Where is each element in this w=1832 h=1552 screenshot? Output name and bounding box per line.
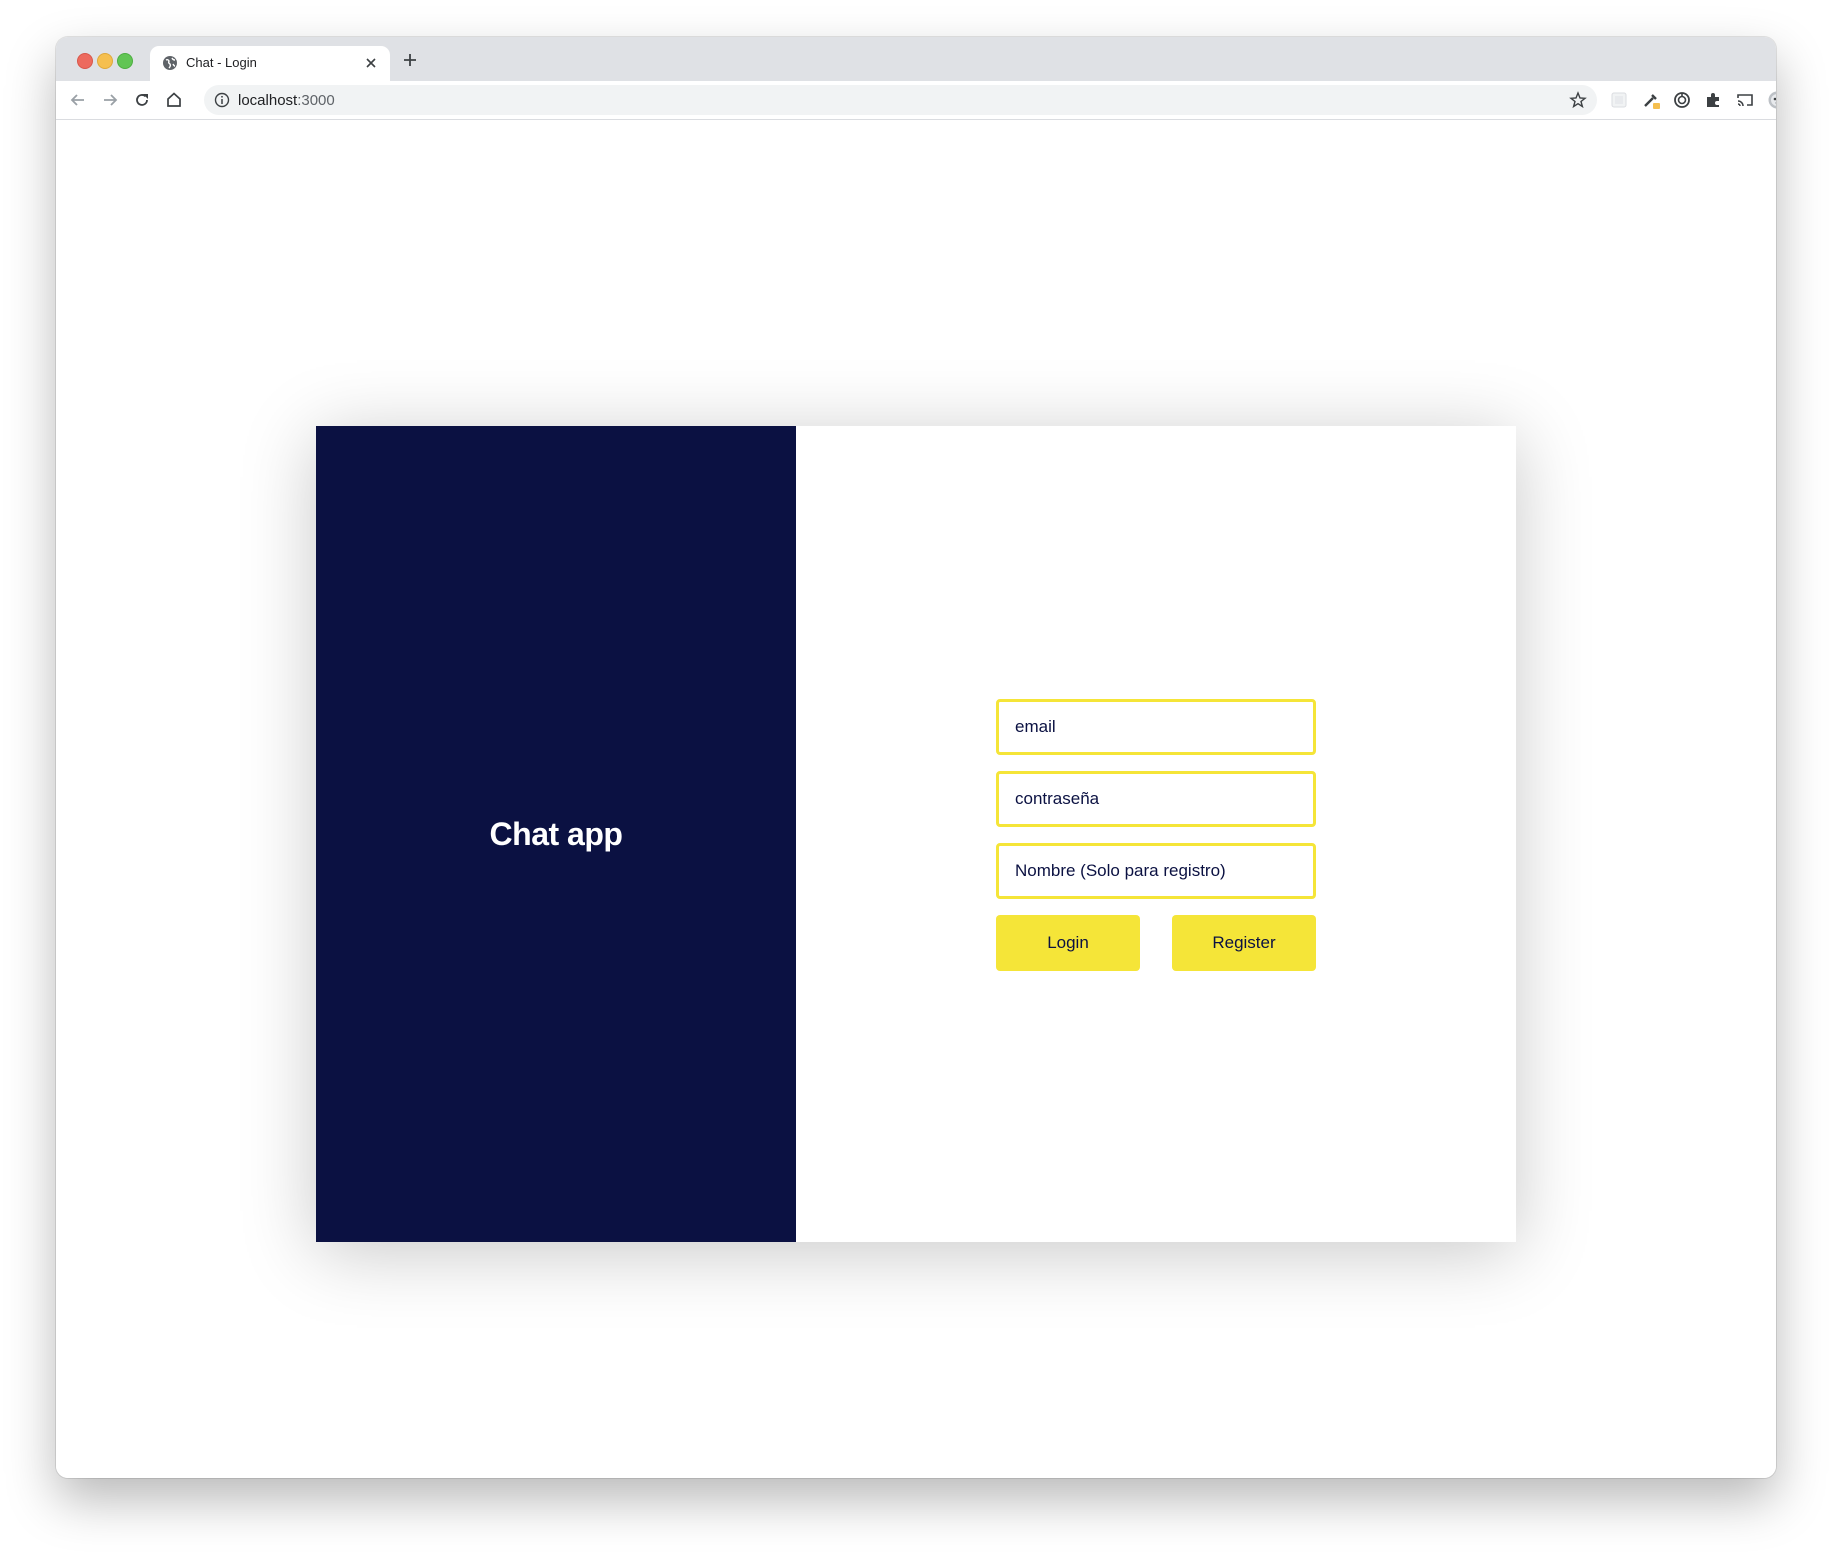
- brand-panel: Chat app: [316, 426, 796, 1242]
- browser-window: Chat - Login localhost:3000 Chat app ema…: [56, 37, 1776, 1478]
- profile-icon[interactable]: [1767, 90, 1776, 110]
- name-field[interactable]: [996, 843, 1316, 899]
- login-card: Chat app Login Register: [316, 426, 1516, 1242]
- email-field[interactable]: [996, 699, 1316, 755]
- browser-tab[interactable]: Chat - Login: [150, 46, 390, 81]
- plus-icon[interactable]: [401, 51, 419, 69]
- minimize-window-button[interactable]: [97, 53, 113, 69]
- form-panel: Login Register: [796, 426, 1516, 1242]
- extension-icon[interactable]: [1609, 90, 1629, 110]
- url-text: localhost:3000: [238, 92, 335, 109]
- info-icon[interactable]: [214, 92, 230, 108]
- url-host: localhost: [238, 92, 298, 109]
- login-form: Login Register: [996, 699, 1316, 971]
- login-button[interactable]: Login: [996, 915, 1140, 971]
- forward-icon[interactable]: [100, 90, 120, 110]
- cast-icon[interactable]: [1735, 90, 1755, 110]
- close-icon[interactable]: [362, 54, 380, 72]
- password-field[interactable]: [996, 771, 1316, 827]
- reload-icon[interactable]: [132, 90, 152, 110]
- form-buttons: Login Register: [996, 915, 1316, 971]
- tab-title: Chat - Login: [186, 55, 257, 70]
- url-port: :3000: [297, 92, 335, 109]
- close-window-button[interactable]: [77, 53, 93, 69]
- home-icon[interactable]: [164, 90, 184, 110]
- page-content: Chat app Login Register: [56, 120, 1776, 1478]
- star-icon[interactable]: [1569, 91, 1587, 109]
- eyedropper-icon[interactable]: [1641, 90, 1661, 110]
- maximize-window-button[interactable]: [117, 53, 133, 69]
- back-icon[interactable]: [68, 90, 88, 110]
- globe-icon: [163, 56, 177, 70]
- address-bar[interactable]: localhost:3000: [204, 85, 1597, 115]
- history-icon[interactable]: [1672, 90, 1692, 110]
- puzzle-icon[interactable]: [1703, 90, 1723, 110]
- register-button[interactable]: Register: [1172, 915, 1316, 971]
- app-title: Chat app: [489, 815, 623, 852]
- tab-strip: Chat - Login: [56, 37, 1776, 81]
- browser-toolbar: localhost:3000: [56, 81, 1776, 120]
